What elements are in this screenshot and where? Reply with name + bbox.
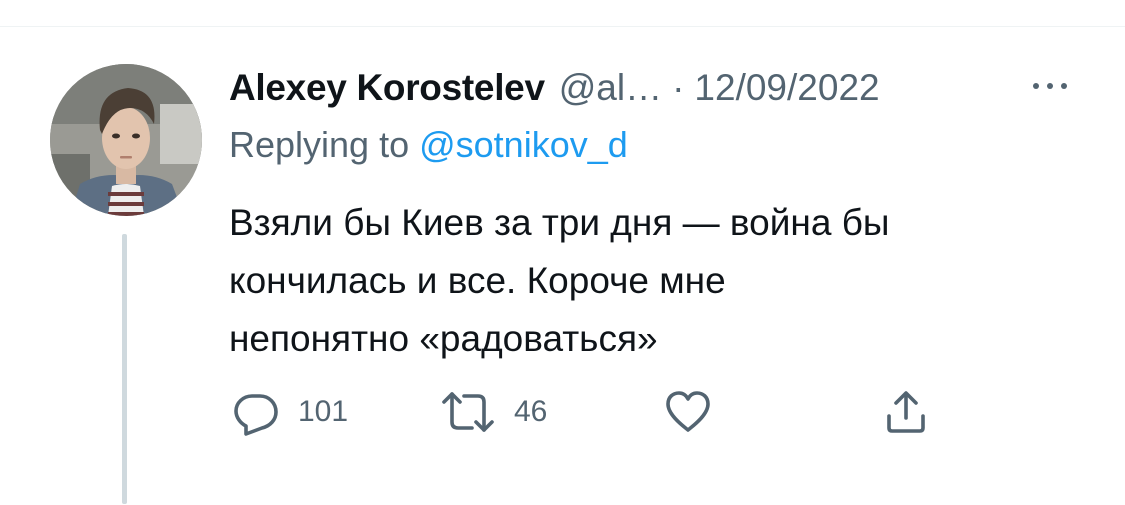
tweet-text: Взяли бы Киев за три дня — война бы конч… [229, 194, 1089, 368]
share-button[interactable] [884, 388, 928, 436]
reply-context: Replying to @sotnikov_d [229, 124, 628, 166]
reply-icon [234, 394, 278, 436]
author-display-name[interactable]: Alexey Korostelev [229, 67, 545, 109]
share-icon [887, 391, 925, 433]
retweet-button[interactable]: 46 [440, 388, 547, 436]
tweet-header: Alexey Korostelev @al… · 12/09/2022 [229, 62, 880, 114]
more-icon [1033, 83, 1067, 89]
tweet-date[interactable]: 12/09/2022 [694, 67, 879, 109]
tweet-text-line: кончилась и все. Короче мне [229, 260, 726, 301]
header-separator: · [672, 67, 685, 108]
more-options-button[interactable] [1026, 68, 1074, 104]
reply-mention-link[interactable]: @sotnikov_d [419, 124, 628, 165]
reply-count: 101 [298, 395, 349, 428]
tweet-text-line: Взяли бы Киев за три дня — война бы [229, 202, 890, 243]
reply-button[interactable]: 101 [232, 388, 348, 436]
retweet-icon [442, 392, 494, 432]
tweet-text-line: непонятно «радоваться» [229, 318, 658, 359]
top-divider [0, 26, 1125, 27]
author-handle[interactable]: @al… [559, 67, 662, 109]
avatar-photo [50, 64, 202, 216]
like-button[interactable] [664, 388, 712, 436]
thread-line [122, 234, 127, 504]
reply-context-prefix: Replying to [229, 124, 420, 165]
avatar[interactable] [50, 64, 202, 216]
heart-icon [666, 391, 710, 432]
retweet-count: 46 [514, 395, 548, 428]
